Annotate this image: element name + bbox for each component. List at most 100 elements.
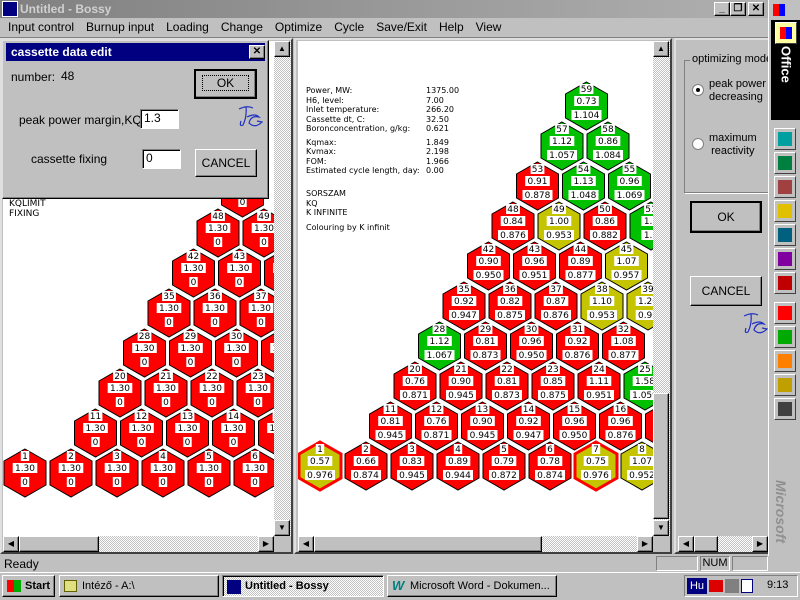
menu-help[interactable]: Help [433,18,470,37]
cassette-6[interactable]: 6 1.30 0 [233,448,274,498]
taskbar-item-explorer[interactable]: Intéző - A:\ [59,575,219,597]
optimize-cancel-button[interactable]: CANCEL [690,276,762,306]
cassette-22[interactable]: 22 0.81 0.873 [485,361,529,411]
radio-peak-power[interactable] [692,84,704,96]
scroll-up-button[interactable]: ▲ [274,41,290,57]
dialog-cancel-button[interactable]: CANCEL [195,149,257,177]
office-menu-icon[interactable] [773,4,785,16]
camera-icon[interactable] [774,398,796,420]
cassette-31[interactable]: 31 0.92 0.876 [556,321,599,371]
scroll-left-button[interactable]: ◀ [298,536,314,552]
scroll-thumb[interactable] [314,536,542,552]
cassette-54[interactable]: 54 1.13 1.048 [562,161,605,211]
cassette-8[interactable]: 8 1.07 0.952 [620,441,653,491]
cassette-3[interactable]: 3 0.83 0.945 [390,441,434,491]
scroll-down-button[interactable]: ▼ [653,520,669,536]
start-button[interactable]: Start [2,575,55,597]
cassette-21[interactable]: 21 1.30 0 [144,368,188,418]
balloon-icon[interactable] [774,350,796,372]
cassette-42[interactable]: 42 0.90 0.950 [467,241,510,291]
cassette-44[interactable]: 44 0.89 0.877 [559,241,602,291]
cassette-28[interactable]: 28 1.12 1.067 [418,321,461,371]
taskbar-item-bossy[interactable]: Untitled - Bossy [222,575,384,597]
cassette-45[interactable]: 45 1.07 0.957 [605,241,648,291]
cassette-20[interactable]: 20 1.30 0 [98,368,142,418]
cassette-13[interactable]: 13 0.90 0.945 [461,401,504,451]
gib-icon[interactable] [774,272,796,294]
word-icon[interactable] [774,128,796,150]
fixing-input[interactable]: 0 [142,149,181,169]
cassette-1[interactable]: 1 1.30 0 [3,448,47,498]
cassette-5[interactable]: 5 1.30 0 [187,448,231,498]
tray-icon[interactable] [741,579,753,593]
cassette-32[interactable]: 32 1.08 0.877 [602,321,645,371]
restore-button[interactable]: ❐ [730,2,746,16]
dialog-close-button[interactable]: ✕ [249,45,265,59]
scroll-up-button[interactable]: ▲ [653,41,669,57]
scroll-left-button[interactable]: ◀ [3,536,19,552]
cassette-4[interactable]: 4 0.89 0.944 [436,441,480,491]
tray-icon[interactable] [725,579,739,593]
cassette-36[interactable]: 36 0.82 0.875 [488,281,532,331]
cassette-24[interactable]: 24 1.11 0.951 [577,361,621,411]
cassette-11[interactable]: 11 1.30 0 [74,408,117,458]
scroll-right-button[interactable]: ▶ [258,536,274,552]
cassette-25[interactable]: 25 1.58 1.059 [623,361,653,411]
menu-change[interactable]: Change [215,18,269,37]
tray-icon[interactable] [709,580,723,592]
xpg-icon[interactable] [774,248,796,270]
cassette-22[interactable]: 22 1.30 0 [190,368,234,418]
bank-icon[interactable] [774,374,796,396]
scroll-left-button[interactable]: ◀ [678,536,694,552]
cassette-20[interactable]: 20 0.76 0.871 [393,361,437,411]
cassette-6[interactable]: 6 0.78 0.874 [528,441,572,491]
taskbar-item-word[interactable]: W Microsoft Word - Dokumen... [387,575,557,597]
cassette-42[interactable]: 42 1.30 0 [172,248,215,298]
shortcut-icon[interactable] [774,302,796,324]
cassette-15[interactable]: 151.300 [258,409,275,457]
cassette-5[interactable]: 5 0.79 0.872 [482,441,526,491]
scroll-thumb[interactable] [19,536,99,552]
cassette-53[interactable]: 53 0.91 0.878 [516,161,559,211]
cassette-55[interactable]: 55 0.96 1.069 [608,161,651,211]
scroll-right-button[interactable]: ▶ [637,536,653,552]
cassette-13[interactable]: 13 1.30 0 [166,408,209,458]
radio-peak-power-label[interactable]: peak power decreasing [709,78,766,104]
cassette-14[interactable]: 14 0.92 0.947 [507,401,550,451]
cassette-37[interactable]: 37 0.87 0.876 [534,281,578,331]
horizontal-scrollbar[interactable]: ◀ ▶ [3,536,274,552]
menu-cycle[interactable]: Cycle [328,18,370,37]
optimize-ok-button[interactable]: OK [690,201,762,233]
cassette-12[interactable]: 12 1.30 0 [120,408,163,458]
cassette-50[interactable]: 50 0.86 0.882 [583,201,627,251]
cassette-49[interactable]: 49 1.00 0.953 [537,201,581,251]
cassette-16[interactable]: 16 0.96 0.876 [599,401,642,451]
menu-save-exit[interactable]: Save/Exit [370,18,433,37]
cassette-2[interactable]: 2 0.66 0.874 [344,441,388,491]
menu-optimize[interactable]: Optimize [269,18,328,37]
cassette-11[interactable]: 11 0.81 0.945 [369,401,412,451]
scroll-thumb[interactable] [694,536,718,552]
vertical-scrollbar[interactable]: ▲ ▼ [274,41,291,536]
cassette-35[interactable]: 35 1.30 0 [147,288,191,338]
cassette-3[interactable]: 3 1.30 0 [95,448,139,498]
cassette-43[interactable]: 43 0.96 0.951 [513,241,556,291]
radio-maximum-reactivity-label[interactable]: maximum reactivity [709,132,757,158]
excel-icon[interactable] [774,152,796,174]
cassette-39[interactable]: 39 1.20 0.95 [626,281,653,331]
cassette-7[interactable]: 7 0.75 0.976 [573,440,619,492]
cassette-48[interactable]: 48 1.30 0 [196,208,240,258]
cassette-23[interactable]: 23 1.30 0 [236,368,274,418]
menu-view[interactable]: View [470,18,508,37]
cassette-38[interactable]: 38 1.10 0.953 [580,281,624,331]
cassette-12[interactable]: 12 0.76 0.871 [415,401,458,451]
tree-icon[interactable] [774,326,796,348]
cassette-28[interactable]: 28 1.30 0 [123,328,166,378]
cassette-1[interactable]: 1 0.57 0.976 [298,440,343,492]
scroll-thumb[interactable] [653,393,669,519]
dialog-ok-button[interactable]: OK [194,69,257,99]
cassette-4[interactable]: 4 1.30 0 [141,448,185,498]
cassette-30[interactable]: 30 1.30 0 [215,328,258,378]
horizontal-scrollbar[interactable]: ◀ ▶ [678,536,768,552]
scroll-right-button[interactable]: ▶ [752,536,768,552]
